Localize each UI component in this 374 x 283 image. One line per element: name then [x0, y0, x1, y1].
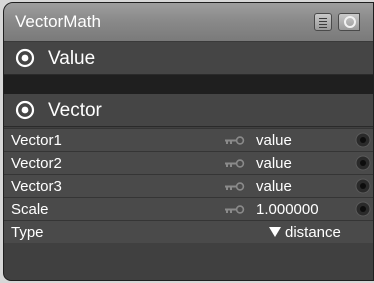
socket-icon[interactable] — [355, 201, 371, 217]
param-value[interactable]: value — [256, 178, 292, 195]
vectormath-node[interactable]: VectorMath Value Vector Vector1 value Ve… — [3, 2, 374, 281]
param-row-type[interactable]: Type distance — [4, 220, 373, 243]
param-label: Type — [11, 224, 44, 241]
dropdown-arrow-icon[interactable] — [269, 227, 281, 237]
param-value[interactable]: value — [256, 132, 292, 149]
param-row-vector3[interactable]: Vector3 value — [4, 174, 373, 197]
key-icon[interactable] — [224, 205, 246, 214]
group-value[interactable]: Value — [4, 42, 373, 75]
param-row-vector1[interactable]: Vector1 value — [4, 128, 373, 151]
param-value[interactable]: value — [256, 155, 292, 172]
key-icon[interactable] — [224, 182, 246, 191]
socket-icon[interactable] — [355, 132, 371, 148]
group-separator — [4, 75, 373, 95]
group-label: Vector — [48, 100, 102, 121]
param-row-vector2[interactable]: Vector2 value — [4, 151, 373, 174]
param-row-scale[interactable]: Scale 1.000000 — [4, 197, 373, 220]
param-label: Scale — [11, 201, 49, 218]
preview-icon[interactable] — [338, 13, 360, 31]
node-title: VectorMath — [15, 12, 101, 31]
disclosure-icon[interactable] — [15, 100, 35, 120]
param-label: Vector3 — [11, 178, 62, 195]
param-label: Vector1 — [11, 132, 62, 149]
node-titlebar[interactable]: VectorMath — [4, 3, 373, 42]
list-icon[interactable] — [314, 13, 332, 31]
param-value[interactable]: 1.000000 — [256, 201, 319, 218]
key-icon[interactable] — [224, 159, 246, 168]
group-vector[interactable]: Vector — [4, 94, 373, 127]
disclosure-icon[interactable] — [15, 48, 35, 68]
group-label: Value — [48, 48, 96, 69]
socket-icon[interactable] — [355, 155, 371, 171]
socket-icon[interactable] — [355, 178, 371, 194]
key-icon[interactable] — [224, 136, 246, 145]
param-label: Vector2 — [11, 155, 62, 172]
type-dropdown-value[interactable]: distance — [285, 224, 341, 241]
